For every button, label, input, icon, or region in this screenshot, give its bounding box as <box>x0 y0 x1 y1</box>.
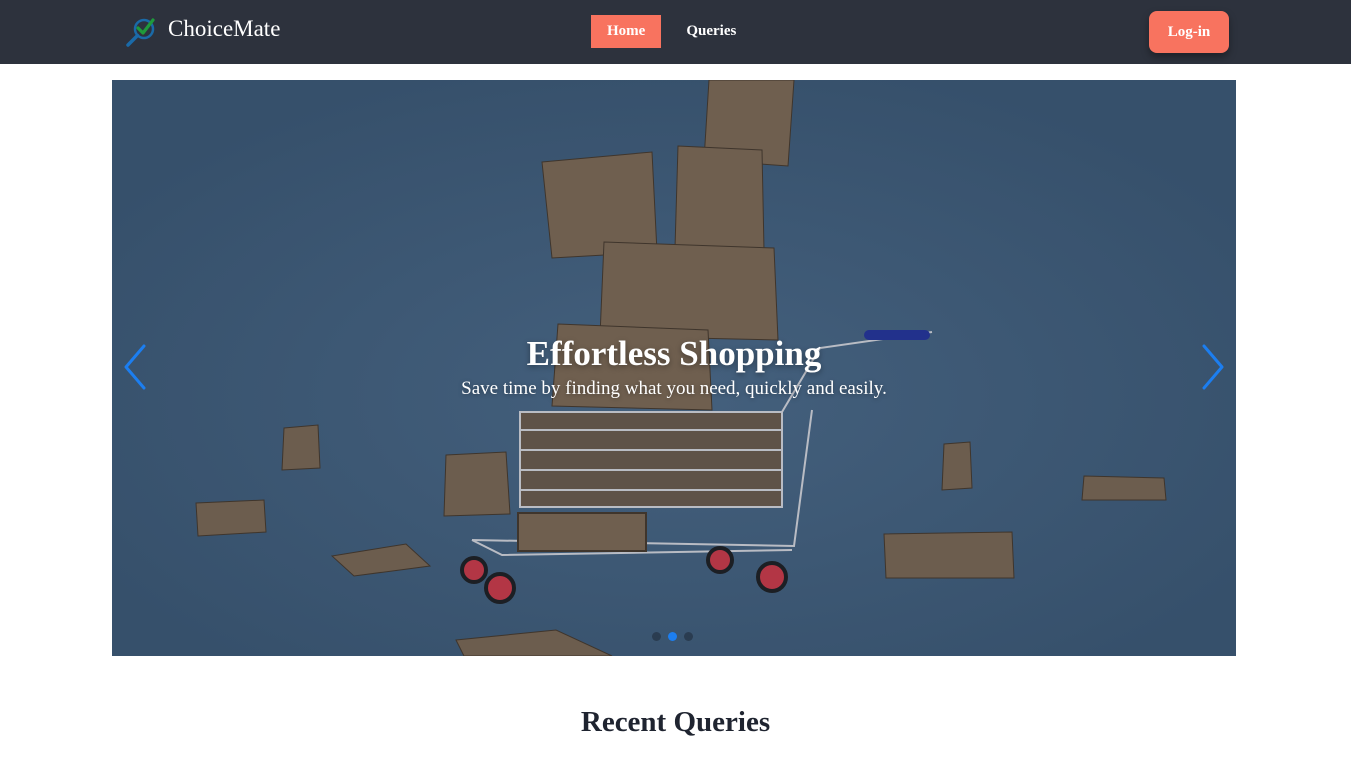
carousel-dot-2[interactable] <box>668 632 677 641</box>
nav-home-link[interactable]: Home <box>591 15 662 48</box>
slide-caption: Effortless Shopping Save time by finding… <box>112 332 1236 402</box>
carousel-dot-3[interactable] <box>684 632 693 641</box>
carousel-dots <box>652 632 693 641</box>
slide-title: Effortless Shopping <box>526 334 822 373</box>
chevron-right-icon[interactable] <box>1196 342 1230 392</box>
navbar: ChoiceMate Home Queries Log-in <box>0 0 1351 64</box>
carousel-dot-1[interactable] <box>652 632 661 641</box>
login-button[interactable]: Log-in <box>1149 11 1229 53</box>
chevron-left-icon[interactable] <box>118 342 152 392</box>
recent-queries-heading: Recent Queries <box>580 706 771 738</box>
hero-carousel: Effortless Shopping Save time by finding… <box>112 80 1236 656</box>
checkmark-magnifier-logo-icon <box>126 18 155 47</box>
nav-queries-link[interactable]: Queries <box>670 15 752 48</box>
slide-subtitle: Save time by finding what you need, quic… <box>461 378 887 399</box>
brand[interactable]: ChoiceMate <box>124 14 280 50</box>
brand-name: ChoiceMate <box>168 16 281 41</box>
nav-links: Home Queries <box>591 15 752 48</box>
